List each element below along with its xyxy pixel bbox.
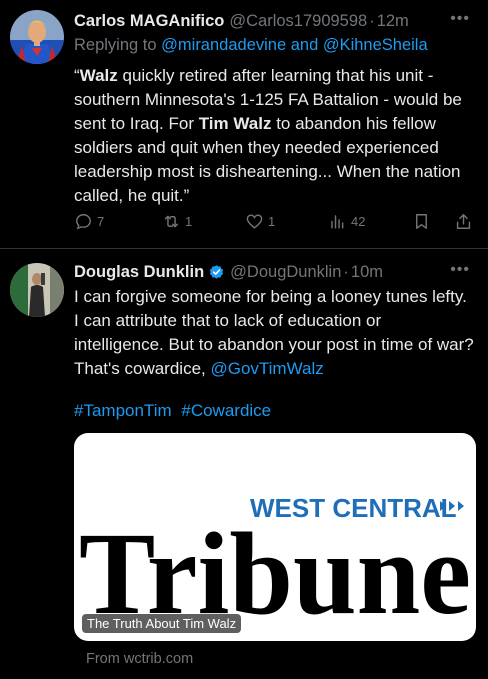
tribune-logo-image: WEST CENTRAL Tribune (79, 493, 471, 639)
repost-button[interactable]: 1 (162, 212, 192, 231)
repost-icon (164, 215, 179, 228)
view-count: 42 (351, 214, 366, 229)
display-name[interactable]: Carlos MAGAnifico (74, 12, 224, 31)
bookmark-button[interactable] (412, 212, 431, 231)
tweet-header: Douglas Dunklin @DougDunklin · 10m ••• (74, 261, 470, 283)
reply-count: 7 (97, 214, 105, 229)
display-name[interactable]: Douglas Dunklin (74, 263, 204, 282)
repost-count: 1 (185, 214, 193, 229)
more-options-icon[interactable]: ••• (450, 261, 470, 279)
user-handle[interactable]: @Carlos17909598 (229, 12, 367, 31)
text-segment-bold: Tim Walz (198, 114, 272, 133)
card-title-label: The Truth About Tim Walz (82, 614, 242, 633)
text-segment-bold: Walz (79, 66, 118, 85)
card-source[interactable]: From wctrib.com (86, 651, 193, 667)
bookmark-icon (416, 214, 427, 229)
user-avatar[interactable] (10, 263, 64, 317)
user-handle[interactable]: @DougDunklin (230, 263, 341, 282)
user-avatar[interactable] (10, 10, 64, 64)
reply-mentions-link[interactable]: @mirandadevine and @KihneSheila (161, 36, 428, 54)
timestamp[interactable]: 12m (377, 12, 409, 31)
more-options-icon[interactable]: ••• (450, 10, 470, 28)
replying-to: Replying to @mirandadevine and @KihneShe… (74, 36, 428, 55)
views-button[interactable]: 42 (328, 212, 365, 231)
tweet-text: “Walz quickly retired after learning tha… (74, 64, 474, 208)
tweet[interactable]: Douglas Dunklin @DougDunklin · 10m ••• I… (0, 249, 488, 679)
hashtag-row: #TamponTim #Cowardice (74, 401, 276, 421)
person-photo-avatar-icon (10, 263, 64, 317)
link-preview-card[interactable]: WEST CENTRAL Tribune The Truth About Tim… (74, 433, 476, 641)
tweet-header: Carlos MAGAnifico @Carlos17909598 · 12m … (74, 10, 470, 32)
separator-dot: · (369, 11, 375, 30)
share-button[interactable] (454, 212, 473, 231)
hashtag-link[interactable]: #Cowardice (181, 401, 271, 420)
views-chart-icon (331, 215, 344, 229)
share-icon (456, 214, 471, 229)
superhero-avatar-icon (10, 10, 64, 64)
reply-icon (76, 214, 91, 230)
timestamp[interactable]: 10m (351, 263, 383, 282)
mention-link[interactable]: @GovTimWalz (210, 359, 323, 378)
tweet[interactable]: Carlos MAGAnifico @Carlos17909598 · 12m … (0, 0, 488, 249)
hashtag-link[interactable]: #TamponTim (74, 401, 172, 420)
like-count: 1 (268, 214, 276, 229)
reply-button[interactable]: 7 (74, 212, 104, 231)
heart-icon (246, 214, 263, 229)
like-button[interactable]: 1 (245, 212, 275, 231)
verified-badge-icon[interactable] (208, 264, 225, 281)
tweet-text: I can forgive someone for being a looney… (74, 285, 474, 381)
action-bar: 7 1 1 42 (74, 212, 474, 234)
replying-to-label: Replying to (74, 36, 157, 54)
separator-dot: · (343, 262, 349, 281)
